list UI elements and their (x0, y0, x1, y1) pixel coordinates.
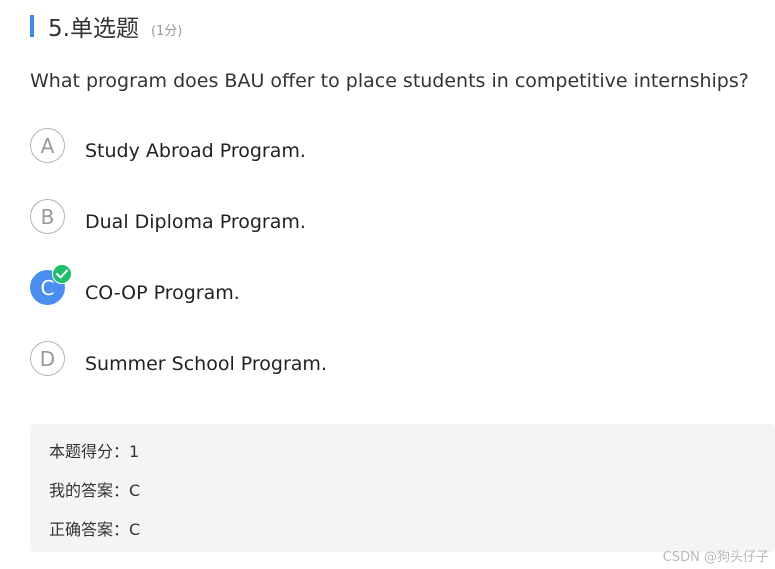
option-d[interactable]: D Summer School Program. (30, 341, 530, 381)
option-c[interactable]: C CO-OP Program. (30, 264, 530, 310)
question-title: 5.单选题 (48, 16, 139, 42)
option-d-radio[interactable]: D (30, 341, 65, 376)
option-b[interactable]: B Dual Diploma Program. (30, 199, 530, 239)
result-panel: 本题得分：1 我的答案：C 正确答案：C (30, 424, 775, 552)
option-d-label: Summer School Program. (85, 353, 327, 375)
title-accent-bar (30, 15, 34, 37)
score-result: 本题得分：1 (49, 442, 140, 461)
checkmark-icon (52, 264, 72, 284)
my-answer: 我的答案：C (49, 481, 141, 500)
option-a-radio[interactable]: A (30, 128, 65, 163)
option-b-label: Dual Diploma Program. (85, 211, 306, 233)
option-a[interactable]: A Study Abroad Program. (30, 128, 530, 168)
option-a-label: Study Abroad Program. (85, 140, 306, 162)
question-stem: What program does BAU offer to place stu… (30, 70, 749, 92)
option-c-label: CO-OP Program. (85, 282, 240, 304)
watermark: CSDN @狗头仔子 (662, 550, 769, 565)
option-b-radio[interactable]: B (30, 199, 65, 234)
question-header: 5.单选题 (1分) (30, 10, 182, 42)
correct-answer: 正确答案：C (49, 520, 141, 539)
question-score: (1分) (150, 23, 183, 39)
